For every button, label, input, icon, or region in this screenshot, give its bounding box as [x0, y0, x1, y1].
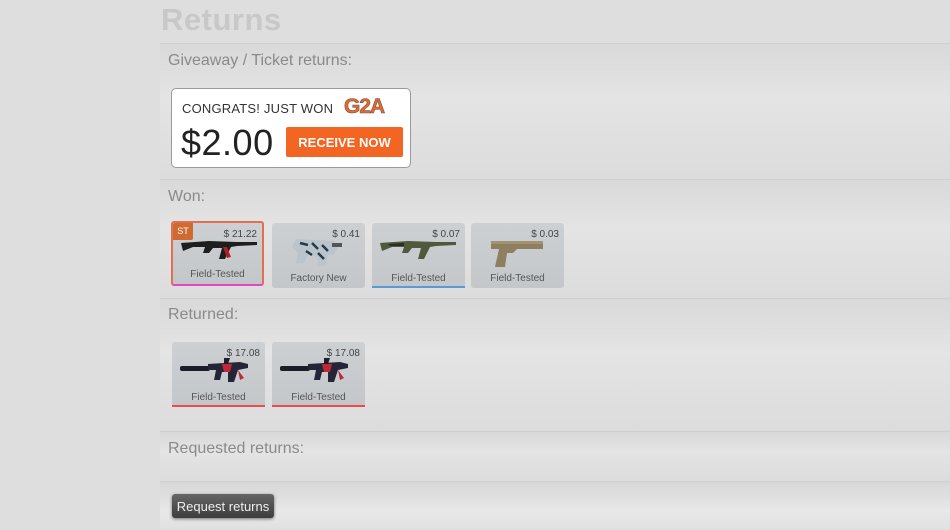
item-price: $ 17.08: [226, 348, 260, 359]
won-item[interactable]: $ 0.07 Field-Tested: [372, 223, 465, 288]
g2a-logo: G2A: [344, 95, 386, 117]
won-item[interactable]: $ 0.41 Factory New: [272, 223, 365, 288]
item-price: $ 21.22: [223, 229, 257, 240]
rarity-bar: [172, 405, 265, 407]
item-wear: Field-Tested: [291, 392, 346, 403]
footer-section: [160, 481, 950, 530]
page-title: Returns: [161, 2, 282, 37]
returned-label: Returned:: [168, 306, 239, 323]
giveaway-label: Giveaway / Ticket returns:: [168, 52, 353, 69]
request-returns-button[interactable]: Request returns: [172, 494, 274, 518]
returned-item[interactable]: $ 17.08 Field-Tested: [272, 342, 365, 407]
item-wear: Field-Tested: [190, 269, 245, 280]
requested-label: Requested returns:: [168, 440, 305, 457]
rarity-bar: [372, 286, 465, 288]
item-wear: Field-Tested: [191, 392, 246, 403]
won-item[interactable]: $ 0.03 Field-Tested: [471, 223, 564, 288]
item-wear: Factory New: [290, 273, 347, 284]
item-price: $ 0.03: [531, 229, 559, 240]
item-price: $ 0.07: [432, 229, 460, 240]
item-wear: Field-Tested: [391, 273, 446, 284]
g2a-logo-text: G2A: [344, 95, 385, 117]
giveaway-section: Giveaway / Ticket returns: CONGRATS! JUS…: [160, 43, 950, 179]
item-wear: Field-Tested: [490, 273, 545, 284]
won-label: Won:: [168, 188, 206, 205]
g2a-banner[interactable]: CONGRATS! JUST WON G2A $2.00 RECEIVE NOW: [171, 88, 411, 168]
rarity-bar: [272, 405, 365, 407]
won-item[interactable]: ST $ 21.22 Field-Tested: [171, 221, 264, 286]
returned-item[interactable]: $ 17.08 Field-Tested: [172, 342, 265, 407]
requested-section: Requested returns:: [160, 431, 950, 481]
g2a-congrats-text: CONGRATS! JUST WON: [182, 101, 334, 116]
receive-now-button[interactable]: RECEIVE NOW: [286, 127, 403, 157]
g2a-amount: $2.00: [181, 122, 274, 163]
item-price: $ 0.41: [332, 229, 360, 240]
item-price: $ 17.08: [326, 348, 360, 359]
